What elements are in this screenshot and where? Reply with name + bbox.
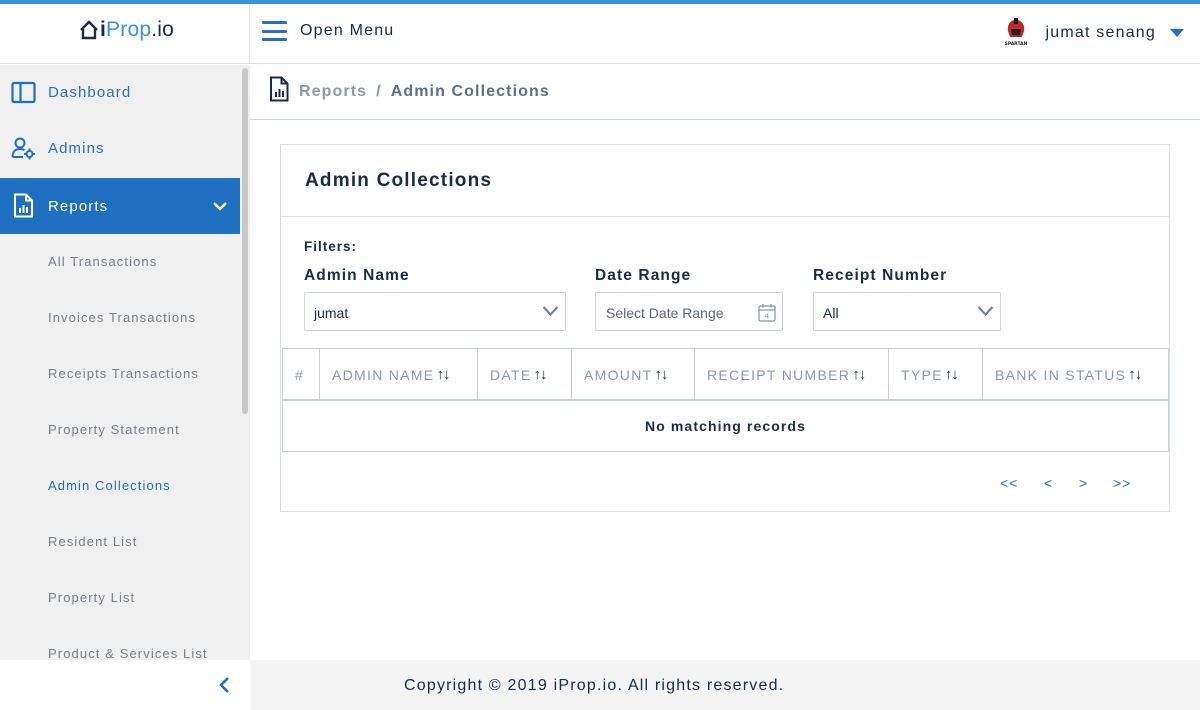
chevron-down-icon [977, 306, 994, 317]
collections-table: # ADMIN NAME ↑↓ DATE ↑↓ AMOUNT ↑↓ RECEIPT N… [282, 348, 1169, 452]
chevron-down-icon [542, 306, 559, 317]
sort-arrows-icon: ↑↓ [1128, 366, 1142, 383]
column-header-label: DATE [490, 366, 532, 383]
copyright-text: Copyright © 2019 iProp.io. All rights re… [404, 677, 785, 694]
date-range-label: Date Range [595, 267, 692, 284]
sidebar-scrollbar-thumb[interactable] [242, 68, 248, 414]
avatar-brand-text: SPARTAN [1004, 41, 1027, 47]
admin-gear-icon [11, 137, 35, 160]
pagination-prev-button[interactable]: < [1044, 475, 1053, 491]
breadcrumb-reports-link[interactable]: Reports [299, 83, 367, 100]
empty-message: No matching records [645, 418, 806, 434]
logo-text-prop: Prop [106, 18, 152, 41]
app-header: i Prop .io Open Menu SPARTAN jumat senang [0, 4, 1200, 64]
open-menu-button[interactable]: Open Menu [262, 21, 394, 41]
sort-arrows-icon: ↑↓ [944, 366, 959, 383]
column-header-bank-in-status[interactable]: BANK IN STATUS ↑↓ [983, 349, 1168, 400]
sidebar-item-reports[interactable]: Reports [0, 178, 240, 234]
date-range-placeholder: Select Date Range [606, 305, 724, 321]
sidebar-subitem-property-list[interactable]: Property List [48, 590, 135, 605]
column-header-label: # [295, 366, 305, 383]
sidebar-subitem-resident-list[interactable]: Resident List [48, 534, 137, 549]
user-name: jumat senang [1045, 24, 1156, 41]
logo-area: i Prop .io [0, 4, 250, 64]
admin-name-label: Admin Name [304, 267, 410, 284]
pagination-first-button[interactable]: << [1000, 475, 1018, 491]
column-header-type[interactable]: TYPE ↑↓ [889, 349, 983, 400]
collapse-sidebar-chevron-left-icon[interactable] [216, 676, 234, 694]
house-logo-icon [80, 20, 98, 40]
card-divider [281, 216, 1169, 217]
hamburger-icon [262, 21, 287, 41]
logo-text-io: .io [151, 18, 174, 41]
pagination-next-button[interactable]: > [1079, 475, 1088, 491]
sort-arrows-icon: ↑↓ [852, 366, 866, 383]
report-icon [270, 76, 289, 102]
sidebar-item-label: Dashboard [48, 83, 132, 101]
column-header-admin-name[interactable]: ADMIN NAME ↑↓ [320, 349, 478, 400]
report-icon [14, 193, 33, 218]
sidebar-item-label: Admins [48, 139, 105, 157]
column-header-index: # [283, 349, 320, 400]
sidebar-item-dashboard[interactable]: Dashboard [0, 64, 240, 120]
sidebar-subitem-property-statement[interactable]: Property Statement [48, 422, 180, 437]
page-title: Admin Collections [305, 170, 493, 191]
date-range-input[interactable]: Select Date Range 4 [595, 292, 783, 331]
sort-arrows-icon: ↑↓ [654, 366, 668, 383]
column-header-label: RECEIPT NUMBER [707, 366, 851, 383]
sidebar-subitem-invoices-transactions[interactable]: Invoices Transactions [48, 310, 196, 325]
sort-arrows-icon: ↑↓ [533, 366, 548, 383]
pagination-last-button[interactable]: >> [1113, 475, 1131, 491]
receipt-number-value: All [823, 305, 839, 321]
open-menu-label: Open Menu [300, 22, 395, 39]
table-header: # ADMIN NAME ↑↓ DATE ↑↓ AMOUNT ↑↓ RECEIPT N… [282, 348, 1169, 401]
sidebar-item-admins[interactable]: Admins [0, 120, 240, 176]
sidebar-item-label: Reports [48, 197, 109, 215]
column-header-date[interactable]: DATE ↑↓ [478, 349, 572, 400]
admin-collections-card: Admin Collections Filters: Admin Name ju… [280, 144, 1170, 512]
column-header-receipt-number[interactable]: RECEIPT NUMBER ↑↓ [695, 349, 889, 400]
sidebar-subitem-admin-collections[interactable]: Admin Collections [48, 478, 171, 493]
dashboard-icon [11, 81, 36, 104]
admin-name-select[interactable]: jumat [304, 292, 566, 331]
receipt-number-select[interactable]: All [813, 292, 1001, 331]
admin-name-value: jumat [314, 305, 349, 321]
sort-arrows-icon: ↑↓ [436, 366, 450, 383]
calendar-icon: 4 [758, 304, 776, 322]
table-empty-row: No matching records [282, 401, 1169, 452]
calendar-day-number: 4 [765, 313, 770, 321]
column-header-label: BANK IN STATUS [995, 366, 1127, 383]
filters-label: Filters: [304, 239, 358, 254]
breadcrumb: Reports / Admin Collections [250, 65, 1200, 120]
user-menu[interactable]: SPARTAN jumat senang [1002, 17, 1184, 49]
sidebar-subitem-product-services-list[interactable]: Product & Services List [48, 646, 208, 661]
receipt-number-label: Receipt Number [813, 267, 948, 284]
sidebar-subitem-receipts-transactions[interactable]: Receipts Transactions [48, 366, 199, 381]
avatar: SPARTAN [1004, 18, 1027, 47]
chevron-down-icon [213, 202, 227, 211]
breadcrumb-separator: / [376, 83, 382, 100]
iprop-logo[interactable]: i Prop .io [79, 18, 174, 42]
column-header-label: TYPE [901, 366, 943, 383]
footer: Copyright © 2019 iProp.io. All rights re… [250, 660, 1200, 710]
column-header-amount[interactable]: AMOUNT ↑↓ [572, 349, 695, 400]
sidebar-subitem-all-transactions[interactable]: All Transactions [48, 254, 157, 269]
column-header-label: ADMIN NAME [332, 366, 435, 383]
caret-down-icon [1170, 29, 1184, 37]
breadcrumb-current: Admin Collections [390, 83, 550, 100]
column-header-label: AMOUNT [584, 366, 653, 383]
